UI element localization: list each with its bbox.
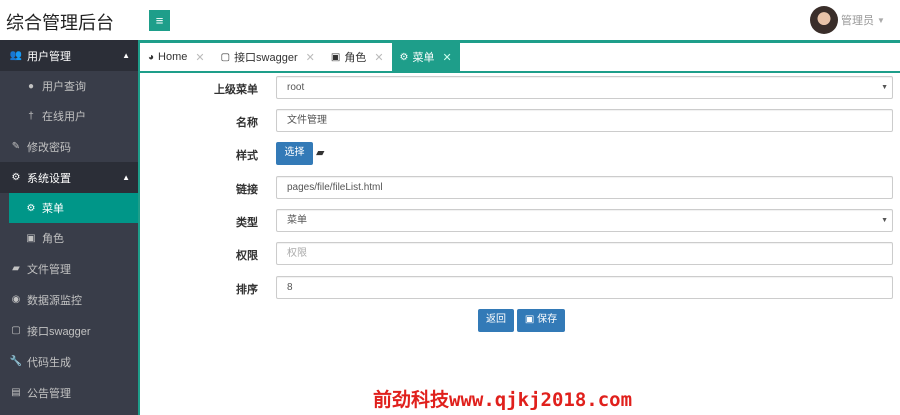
- menu-toggle-button[interactable]: ≡: [149, 10, 170, 31]
- file-pdf-icon: ▢: [11, 325, 21, 336]
- gear-icon: ⚙: [26, 202, 36, 214]
- sidebar-item-label: 修改密码: [27, 141, 71, 154]
- sidebar-item-system-settings[interactable]: ⚙ 系统设置 ▲: [0, 162, 138, 193]
- sidebar-item-label: 接口swagger: [27, 325, 91, 338]
- user-menu[interactable]: 管理员 ▼: [810, 6, 885, 34]
- sidebar-item-label: 菜单: [42, 203, 64, 215]
- save-label: 保存: [537, 314, 558, 325]
- user-name: 管理员: [841, 15, 874, 27]
- select-value: root: [287, 82, 305, 93]
- field-label: 权限: [236, 250, 258, 262]
- parent-menu-select[interactable]: root ▼: [276, 76, 893, 99]
- back-button[interactable]: 返回: [478, 309, 514, 332]
- sidebar-item-user-query[interactable]: ● 用户查询: [0, 71, 138, 101]
- name-input[interactable]: 文件管理: [276, 109, 893, 132]
- form-row-style: 样式 选择 ▰: [140, 142, 900, 166]
- tab-label: 角色: [344, 52, 367, 64]
- field-label: 名称: [236, 117, 258, 129]
- edit-icon: ✎: [11, 141, 21, 152]
- sidebar-item-user-management[interactable]: 👥 用户管理 ▲: [0, 40, 138, 71]
- form-row-link: 链接 pages/file/fileList.html: [140, 176, 900, 200]
- close-icon[interactable]: ✕: [374, 51, 383, 64]
- avatar: [810, 6, 838, 34]
- tab-bar: ◕ Home ✕ ▢ 接口swagger ✕ ▣ 角色 ✕ ⚙ 菜单 ✕: [140, 43, 900, 73]
- caret-up-icon: ▲: [122, 51, 130, 60]
- male-icon: †: [28, 110, 34, 122]
- save-icon: ▣: [524, 314, 538, 325]
- save-button[interactable]: ▣ 保存: [517, 309, 565, 332]
- close-icon[interactable]: ✕: [443, 51, 452, 64]
- sidebar-item-label: 在线用户: [42, 111, 86, 123]
- watermark: 前劲科技www.qjkj2018.com: [373, 389, 633, 411]
- sidebar-item-label: 用户查询: [42, 81, 86, 93]
- sidebar-item-label: 数据源监控: [27, 294, 82, 307]
- close-icon[interactable]: ✕: [195, 51, 204, 64]
- tab-label: 接口swagger: [234, 52, 298, 64]
- field-label: 上级菜单: [214, 84, 258, 96]
- gear-icon: ⚙: [399, 51, 409, 63]
- sidebar-item-label: 公告管理: [27, 387, 71, 400]
- form-row-type: 类型 菜单 ▼: [140, 209, 900, 233]
- tab-label: 菜单: [412, 52, 435, 64]
- type-select[interactable]: 菜单 ▼: [276, 209, 893, 232]
- chevron-down-icon: ▼: [877, 15, 885, 25]
- sidebar-item-label: 文件管理: [27, 263, 71, 276]
- user-icon: ●: [27, 80, 35, 92]
- choose-icon-button[interactable]: 选择: [276, 142, 313, 165]
- sidebar-item-notice[interactable]: ▤ 公告管理: [0, 377, 138, 408]
- tab-role[interactable]: ▣ 角色 ✕: [323, 43, 392, 71]
- folder-open-icon: ▰: [316, 147, 325, 159]
- caret-up-icon: ▲: [122, 173, 130, 182]
- sidebar-item-role[interactable]: ▣ 角色: [0, 223, 138, 253]
- chevron-down-icon: ▼: [881, 84, 888, 91]
- sidebar-item-file-management[interactable]: ▰ 文件管理: [0, 253, 138, 284]
- cogs-icon: ⚙: [11, 172, 21, 183]
- header: 综合管理后台 ≡ 管理员 ▼: [0, 0, 900, 40]
- field-label: 排序: [236, 284, 258, 296]
- book-icon: ▤: [11, 387, 21, 398]
- users-icon: 👥: [9, 50, 23, 61]
- chevron-down-icon: ▼: [881, 217, 888, 224]
- select-value: 菜单: [287, 215, 307, 226]
- sidebar-item-label: 系统设置: [27, 172, 71, 185]
- wrench-icon: 🔧: [9, 356, 23, 367]
- tab-swagger[interactable]: ▢ 接口swagger ✕: [213, 43, 323, 71]
- sidebar-item-label: 代码生成: [27, 356, 71, 369]
- sidebar-item-online-users[interactable]: † 在线用户: [0, 101, 138, 131]
- sidebar-item-swagger[interactable]: ▢ 接口swagger: [0, 315, 138, 346]
- lock-icon: ▣: [330, 51, 341, 63]
- sidebar-item-menu[interactable]: ⚙ 菜单: [9, 193, 138, 223]
- form-row-name: 名称 文件管理: [140, 109, 900, 133]
- close-icon[interactable]: ✕: [306, 51, 315, 64]
- dashboard-icon: ◕: [148, 51, 155, 63]
- sidebar-item-datasource-monitor[interactable]: ◉ 数据源监控: [0, 284, 138, 315]
- sidebar: 👥 用户管理 ▲ ● 用户查询 † 在线用户 ✎ 修改密码 ⚙ 系统设置 ▲ ⚙ 菜单 ▣ 角色 …: [0, 40, 140, 415]
- tab-home[interactable]: ◕ Home ✕: [140, 43, 213, 71]
- file-pdf-icon: ▢: [220, 51, 231, 63]
- form-row-sort: 排序 8: [140, 276, 900, 300]
- sidebar-item-change-password[interactable]: ✎ 修改密码: [0, 131, 138, 162]
- tab-menu[interactable]: ⚙ 菜单 ✕: [391, 43, 460, 71]
- field-label: 样式: [236, 150, 258, 162]
- folder-open-icon: ▰: [12, 263, 20, 274]
- sidebar-item-code-gen[interactable]: 🔧 代码生成: [0, 346, 138, 377]
- permission-input[interactable]: 权限: [276, 242, 893, 265]
- field-label: 类型: [236, 217, 258, 229]
- link-input[interactable]: pages/file/fileList.html: [276, 176, 893, 199]
- app-title: 综合管理后台: [6, 13, 114, 33]
- field-label: 链接: [236, 184, 258, 196]
- sidebar-item-label: 用户管理: [27, 50, 71, 63]
- sort-input[interactable]: 8: [276, 276, 893, 299]
- form-row-permission: 权限 权限: [140, 242, 900, 266]
- form-row-parent: 上级菜单 root ▼: [140, 76, 900, 100]
- eye-icon: ◉: [11, 294, 21, 305]
- tab-label: Home: [158, 51, 188, 63]
- sidebar-item-label: 角色: [42, 233, 64, 245]
- lock-icon: ▣: [26, 232, 36, 244]
